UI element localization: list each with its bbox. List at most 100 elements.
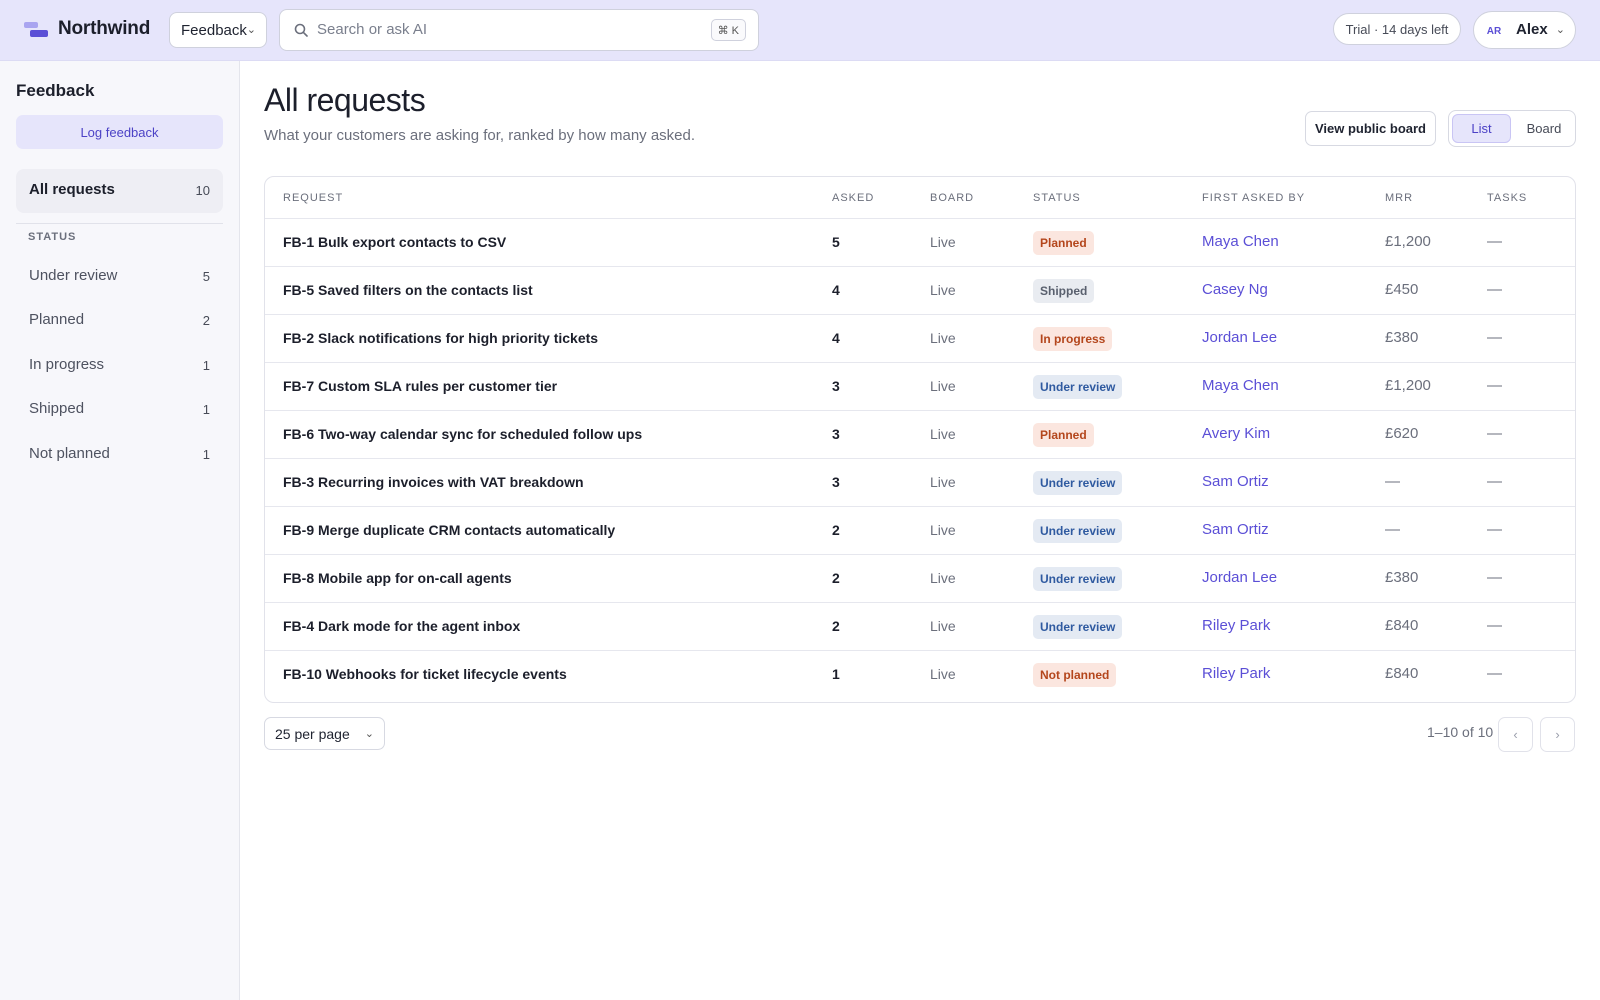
user-menu[interactable]: AR Alex ⌄ <box>1473 11 1576 49</box>
sidebar-item-not-planned[interactable]: Not planned 1 <box>16 434 223 474</box>
sidebar-item-label: Shipped <box>29 400 85 417</box>
table-row[interactable]: FB-7 Custom SLA rules per customer tier … <box>265 363 1575 411</box>
sidebar-item-shipped[interactable]: Shipped 1 <box>16 389 223 429</box>
board-name: Live <box>930 426 956 442</box>
request-title[interactable]: FB-4 Dark mode for the agent inbox <box>283 618 520 634</box>
chevron-down-icon: ⌄ <box>246 24 256 36</box>
app-name: Northwind <box>58 18 151 39</box>
sidebar-item-count: 10 <box>195 183 210 198</box>
search-input[interactable]: Search or ask AI ⌘ K <box>279 9 759 51</box>
table-row[interactable]: FB-5 Saved filters on the contacts list … <box>265 267 1575 315</box>
column-header-status[interactable]: STATUS <box>1033 192 1081 204</box>
table-row[interactable]: FB-6 Two-way calendar sync for scheduled… <box>265 411 1575 459</box>
first-asked-by-link[interactable]: Riley Park <box>1202 617 1270 634</box>
previous-page-button[interactable]: ‹ <box>1498 717 1533 752</box>
column-header-asked[interactable]: ASKED <box>832 192 874 204</box>
search-placeholder: Search or ask AI <box>317 21 428 38</box>
mrr-value: £380 <box>1385 329 1419 346</box>
asked-count: 3 <box>832 426 840 442</box>
column-header-request[interactable]: REQUEST <box>283 192 343 204</box>
first-asked-by-link[interactable]: Jordan Lee <box>1202 329 1277 346</box>
first-asked-by-link[interactable]: Maya Chen <box>1202 233 1279 250</box>
board-name: Live <box>930 282 956 298</box>
sidebar-item-planned[interactable]: Planned 2 <box>16 300 223 340</box>
first-asked-by-link[interactable]: Sam Ortiz <box>1202 473 1269 490</box>
request-title[interactable]: FB-7 Custom SLA rules per customer tier <box>283 378 557 394</box>
first-asked-by-link[interactable]: Sam Ortiz <box>1202 521 1269 538</box>
column-header-tasks[interactable]: TASKS <box>1487 192 1527 204</box>
asked-count: 2 <box>832 570 840 586</box>
tasks-value: — <box>1487 521 1502 538</box>
first-asked-by-link[interactable]: Avery Kim <box>1202 425 1270 442</box>
status-badge[interactable]: Not planned <box>1033 663 1117 687</box>
tasks-value: — <box>1487 233 1502 250</box>
status-badge[interactable]: Under review <box>1033 519 1123 543</box>
sidebar-divider <box>16 223 223 224</box>
per-page-select[interactable]: 25 per page ⌄ <box>264 717 385 750</box>
status-badge[interactable]: Planned <box>1033 423 1094 447</box>
pagination-range: 1–10 of 10 <box>1427 724 1494 740</box>
status-badge[interactable]: Planned <box>1033 231 1094 255</box>
table-header: REQUEST ASKED BOARD STATUS FIRST ASKED B… <box>265 177 1575 219</box>
request-title[interactable]: FB-8 Mobile app for on-call agents <box>283 570 512 586</box>
first-asked-by-link[interactable]: Riley Park <box>1202 665 1270 682</box>
table-row[interactable]: FB-8 Mobile app for on-call agents 2 Liv… <box>265 555 1575 603</box>
first-asked-by-link[interactable]: Casey Ng <box>1202 281 1268 298</box>
status-badge[interactable]: Under review <box>1033 375 1123 399</box>
request-title[interactable]: FB-2 Slack notifications for high priori… <box>283 330 598 346</box>
board-name: Live <box>930 378 956 394</box>
tasks-value: — <box>1487 617 1502 634</box>
avatar: AR <box>1486 25 1502 37</box>
board-name: Live <box>930 234 956 250</box>
column-header-mrr[interactable]: MRR <box>1385 192 1413 204</box>
column-header-first-asked-by[interactable]: FIRST ASKED BY <box>1202 192 1305 204</box>
status-badge[interactable]: Under review <box>1033 471 1123 495</box>
view-toggle-board[interactable]: Board <box>1515 114 1573 143</box>
table-row[interactable]: FB-3 Recurring invoices with VAT breakdo… <box>265 459 1575 507</box>
table-row[interactable]: FB-9 Merge duplicate CRM contacts automa… <box>265 507 1575 555</box>
sidebar-item-in-progress[interactable]: In progress 1 <box>16 345 223 385</box>
board-name: Live <box>930 330 956 346</box>
first-asked-by-link[interactable]: Maya Chen <box>1202 377 1279 394</box>
sidebar-item-label: Planned <box>29 311 85 328</box>
status-badge[interactable]: Under review <box>1033 615 1123 639</box>
requests-table: REQUEST ASKED BOARD STATUS FIRST ASKED B… <box>264 176 1576 703</box>
mrr-value: £840 <box>1385 665 1419 682</box>
request-title[interactable]: FB-5 Saved filters on the contacts list <box>283 282 533 298</box>
trial-badge[interactable]: Trial · 14 days left <box>1333 13 1461 45</box>
sidebar-item-under-review[interactable]: Under review 5 <box>16 256 223 296</box>
status-badge[interactable]: Shipped <box>1033 279 1095 303</box>
asked-count: 3 <box>832 378 840 394</box>
request-title[interactable]: FB-10 Webhooks for ticket lifecycle even… <box>283 666 567 682</box>
first-asked-by-link[interactable]: Jordan Lee <box>1202 569 1277 586</box>
workspace-select-label: Feedback <box>181 21 247 39</box>
request-title[interactable]: FB-1 Bulk export contacts to CSV <box>283 234 506 250</box>
sidebar-item-count: 1 <box>202 358 210 373</box>
view-toggle: List Board <box>1448 110 1576 147</box>
workspace-select[interactable]: Feedback ⌄ <box>169 12 267 48</box>
search-icon <box>294 23 308 37</box>
asked-count: 4 <box>832 282 840 298</box>
view-public-board-button[interactable]: View public board <box>1305 111 1436 146</box>
board-name: Live <box>930 570 956 586</box>
log-feedback-button[interactable]: Log feedback <box>16 115 223 149</box>
status-badge[interactable]: In progress <box>1033 327 1113 351</box>
table-row[interactable]: FB-10 Webhooks for ticket lifecycle even… <box>265 651 1575 699</box>
sidebar-item-label: In progress <box>29 356 105 373</box>
sidebar-item-all-requests[interactable]: All requests 10 <box>16 169 223 213</box>
sidebar-item-label: Not planned <box>29 445 110 462</box>
table-row[interactable]: FB-4 Dark mode for the agent inbox 2 Liv… <box>265 603 1575 651</box>
sidebar-item-count: 5 <box>202 269 210 284</box>
column-header-board[interactable]: BOARD <box>930 192 974 204</box>
table-row[interactable]: FB-2 Slack notifications for high priori… <box>265 315 1575 363</box>
request-title[interactable]: FB-3 Recurring invoices with VAT breakdo… <box>283 474 584 490</box>
view-toggle-list[interactable]: List <box>1452 114 1511 143</box>
next-page-button[interactable]: › <box>1540 717 1575 752</box>
request-title[interactable]: FB-6 Two-way calendar sync for scheduled… <box>283 426 642 442</box>
status-badge[interactable]: Under review <box>1033 567 1123 591</box>
top-bar: Northwind Feedback ⌄ Search or ask AI ⌘ … <box>0 0 1600 61</box>
request-title[interactable]: FB-9 Merge duplicate CRM contacts automa… <box>283 522 615 538</box>
logo[interactable]: Northwind <box>24 18 150 40</box>
table-row[interactable]: FB-1 Bulk export contacts to CSV 5 Live … <box>265 219 1575 267</box>
mrr-value: — <box>1385 473 1400 490</box>
